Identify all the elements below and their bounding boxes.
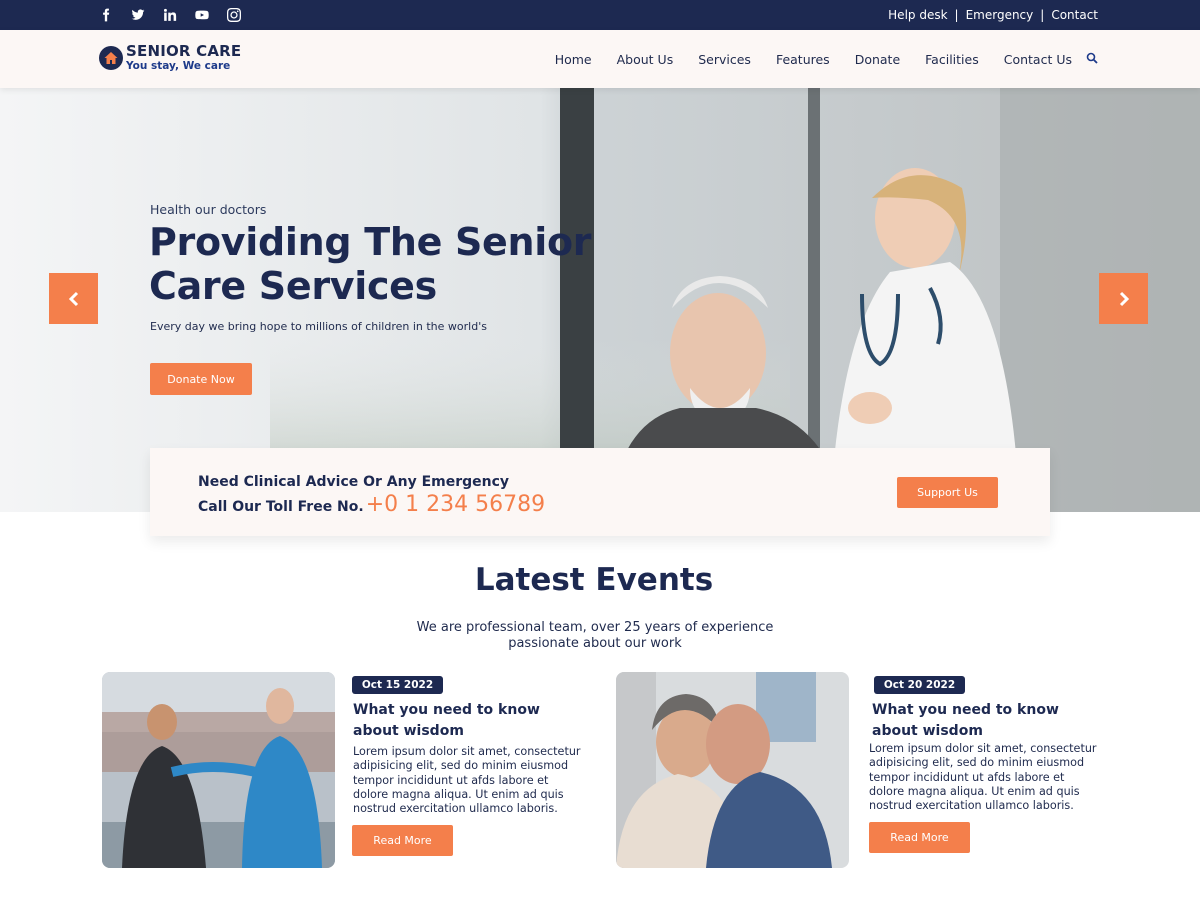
event-description-line: dolore magna aliqua. Ut enim ad quis — [869, 784, 1080, 798]
emergency-banner: Need Clinical Advice Or Any Emergency Ca… — [150, 448, 1050, 536]
nav-features[interactable]: Features — [776, 52, 830, 67]
slider-prev-button[interactable] — [49, 273, 98, 324]
event-description: Lorem ipsum dolor sit amet, consectetur … — [869, 742, 1097, 813]
brand-name: SENIOR CARE — [126, 42, 242, 60]
search-icon[interactable] — [1086, 52, 1100, 66]
brand-tagline: You stay, We care — [126, 60, 231, 72]
nav-facilities[interactable]: Facilities — [925, 52, 979, 67]
event-description-line: dolore magna aliqua. Ut enim ad quis — [353, 787, 564, 801]
youtube-icon[interactable] — [193, 6, 211, 24]
nav-services[interactable]: Services — [698, 52, 751, 67]
event-description-line: Lorem ipsum dolor sit amet, consectetur — [353, 745, 581, 758]
event-description-line: nostrud exercitation ullamco laboris. — [353, 802, 558, 816]
linkedin-icon[interactable] — [161, 6, 179, 24]
event-title-line: What you need to know — [353, 702, 540, 718]
event-description-line: nostrud exercitation ullamco laboris. — [869, 799, 1074, 813]
social-links — [97, 0, 243, 30]
event-title[interactable]: What you need to know about wisdom — [872, 700, 1059, 742]
event-image[interactable] — [616, 672, 849, 868]
event-title[interactable]: What you need to know about wisdom — [353, 700, 540, 742]
event-description: Lorem ipsum dolor sit amet, consectetur … — [353, 745, 581, 816]
events-subtitle-line: We are professional team, over 25 years … — [416, 620, 774, 635]
nav-donate[interactable]: Donate — [855, 52, 900, 67]
event-image[interactable] — [102, 672, 335, 868]
toll-free-line: Call Our Toll Free No. +0 1 234 56789 — [198, 492, 545, 517]
contact-link[interactable]: Contact — [1051, 8, 1098, 22]
chevron-right-icon — [1119, 291, 1129, 306]
toll-free-number[interactable]: +0 1 234 56789 — [366, 492, 545, 517]
utility-links: Help desk | Emergency | Contact — [888, 0, 1098, 30]
logo[interactable]: SENIOR CARE You stay, We care — [99, 44, 241, 72]
hero-title: Providing The Senior Care Services — [149, 220, 592, 308]
event-title-line: about wisdom — [353, 723, 464, 739]
chevron-left-icon — [68, 291, 78, 306]
event-description-line: adipisicing elit, sed do minim eiusmod — [353, 759, 569, 773]
help-desk-link[interactable]: Help desk — [888, 8, 947, 22]
home-icon — [99, 45, 123, 70]
site-header: SENIOR CARE You stay, We care Home About… — [0, 30, 1200, 88]
main-nav: Home About Us Services Features Donate F… — [530, 30, 1100, 88]
twitter-icon[interactable] — [129, 6, 147, 24]
events-subtitle: We are professional team, over 25 years … — [0, 620, 1190, 652]
instagram-icon[interactable] — [225, 6, 243, 24]
events-subtitle-line: passionate about our work — [508, 636, 682, 651]
event-description-line: tempor incididunt ut afds labore et — [353, 773, 549, 787]
event-title-line: about wisdom — [872, 723, 983, 739]
facebook-icon[interactable] — [97, 6, 115, 24]
event-description-line: Lorem ipsum dolor sit amet, consectetur — [869, 742, 1097, 755]
donate-now-button[interactable]: Donate Now — [150, 363, 252, 395]
event-description-line: tempor incididunt ut afds labore et — [869, 770, 1065, 784]
top-bar: Help desk | Emergency | Contact — [0, 0, 1200, 30]
events-title: Latest Events — [474, 562, 714, 598]
nav-about-us[interactable]: About Us — [617, 52, 674, 67]
event-title-line: What you need to know — [872, 702, 1059, 718]
separator: | — [954, 8, 959, 22]
slider-next-button[interactable] — [1099, 273, 1148, 324]
read-more-button[interactable]: Read More — [869, 822, 970, 853]
nav-home[interactable]: Home — [555, 52, 592, 67]
support-us-button[interactable]: Support Us — [897, 477, 998, 508]
separator: | — [1040, 8, 1045, 22]
nav-contact-us[interactable]: Contact Us — [1004, 52, 1072, 67]
toll-free-label: Call Our Toll Free No. — [198, 499, 364, 515]
event-date-badge: Oct 20 2022 — [874, 676, 965, 694]
emergency-link[interactable]: Emergency — [966, 8, 1034, 22]
hero-description: Every day we bring hope to millions of c… — [150, 320, 487, 333]
event-description-line: adipisicing elit, sed do minim eiusmod — [869, 756, 1085, 770]
emergency-heading: Need Clinical Advice Or Any Emergency — [198, 474, 510, 490]
read-more-button[interactable]: Read More — [352, 825, 453, 856]
event-date-badge: Oct 15 2022 — [352, 676, 443, 694]
hero-eyebrow: Health our doctors — [150, 202, 267, 217]
